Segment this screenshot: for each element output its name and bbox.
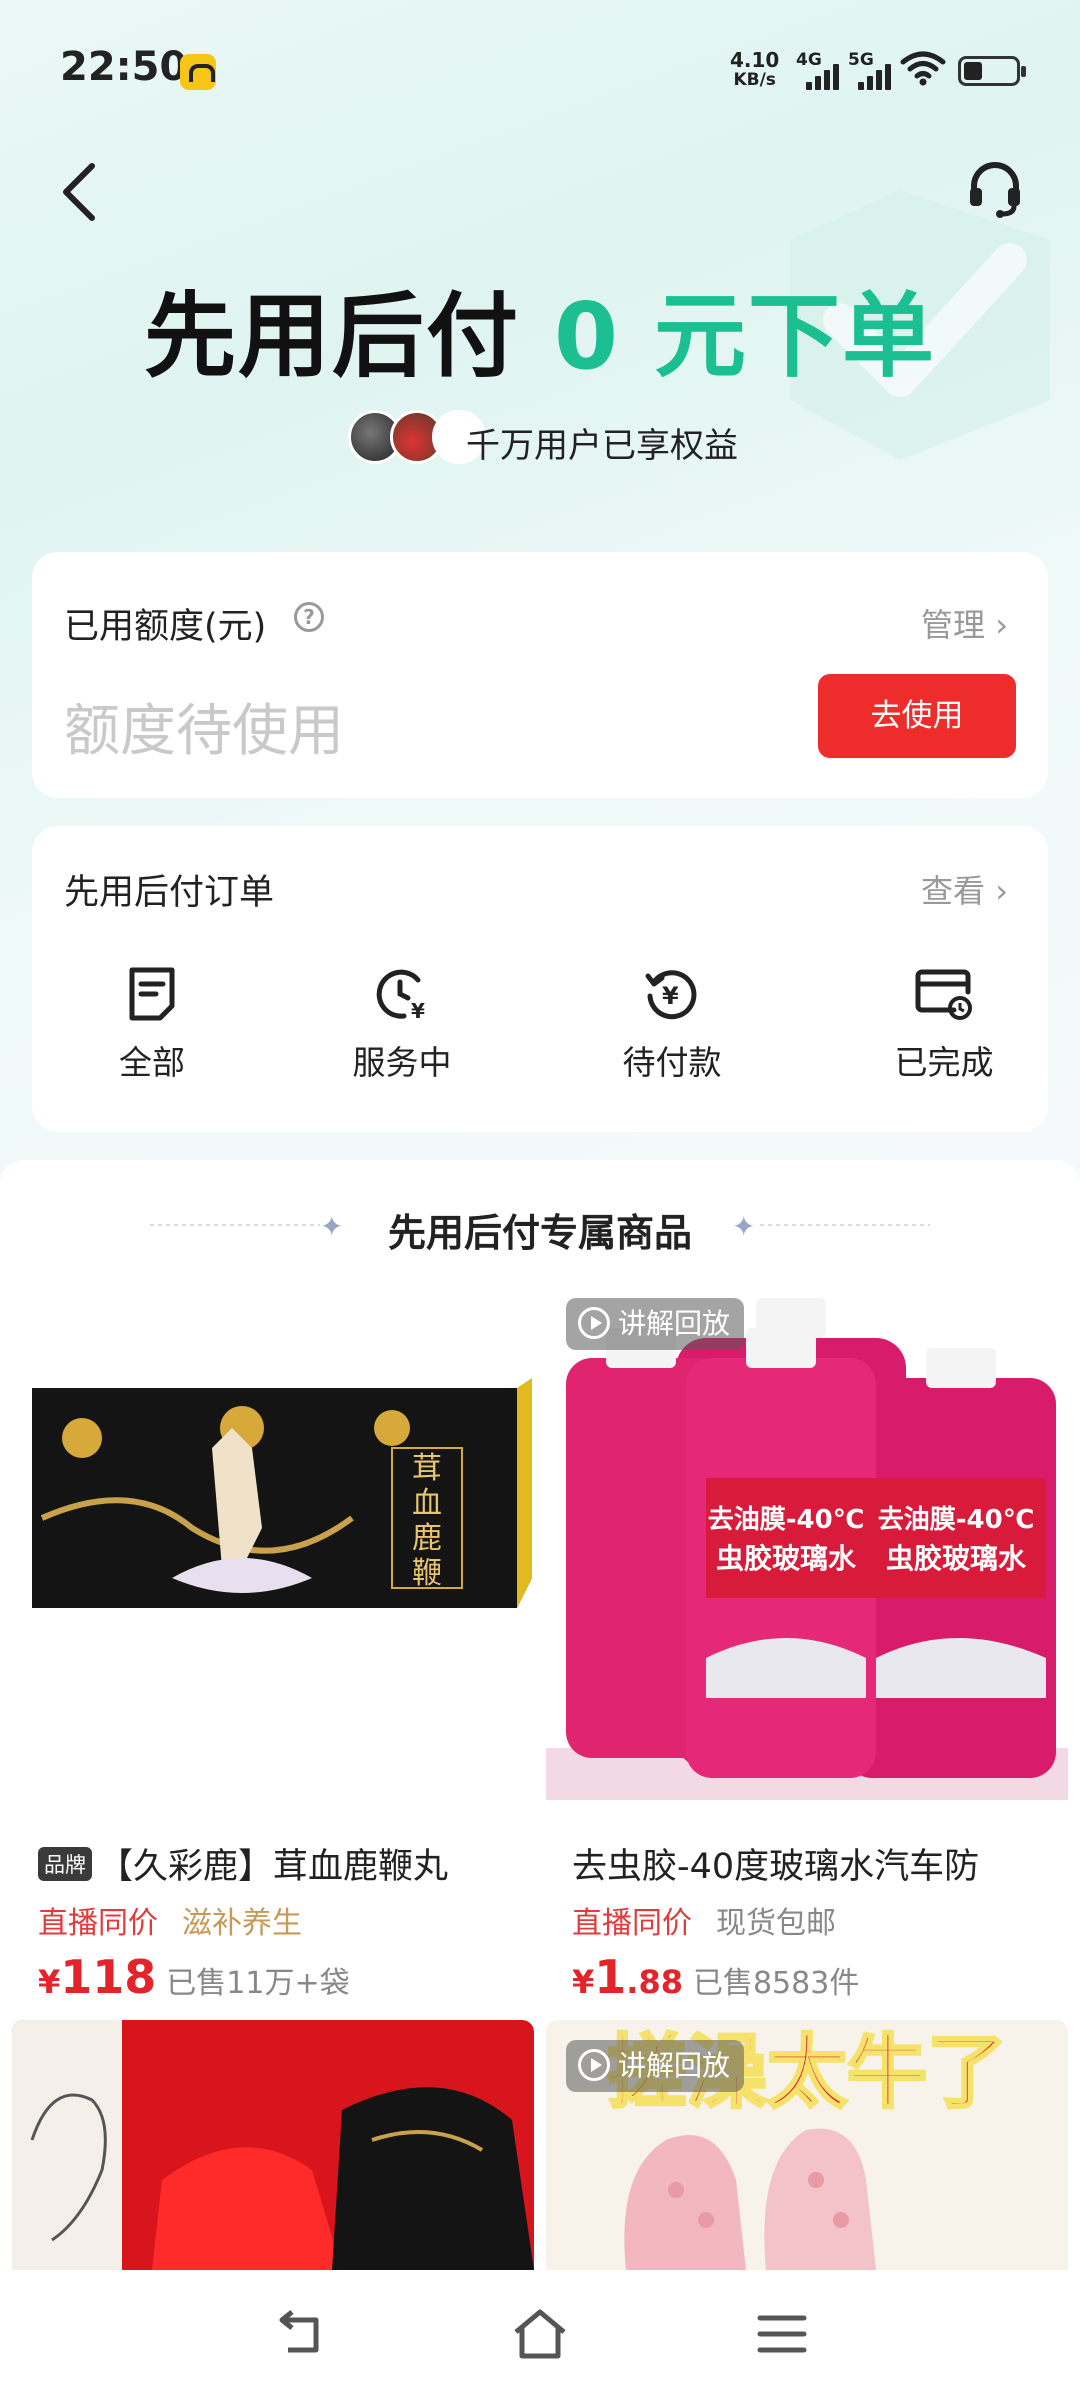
yen-refresh-icon: ¥	[645, 970, 697, 1020]
product-tag: 直播同价	[38, 1906, 158, 1941]
price-currency: ¥	[38, 1963, 61, 2001]
svg-text:¥: ¥	[662, 982, 679, 1010]
product-name: 去虫胶-40度玻璃水汽车防	[572, 1847, 980, 1887]
price-integer: 118	[60, 1950, 157, 2004]
price-currency: ¥	[572, 1963, 595, 2001]
product-tag: 滋补养生	[182, 1906, 302, 1941]
product-tag: 现货包邮	[716, 1906, 836, 1941]
hero-title-accent: 0 元下单	[554, 283, 937, 390]
help-icon[interactable]: ?	[294, 602, 324, 632]
replay-badge-label: 讲解回放	[618, 1307, 731, 1340]
price-decimal: .88	[626, 1963, 683, 2001]
clock-yen-icon: ¥	[376, 969, 425, 1022]
network-speed-unit: KB/s	[733, 70, 776, 90]
document-icon	[129, 967, 175, 1021]
bottle-label-text: 去油膜-40℃	[878, 1505, 1034, 1535]
replay-badge-label: 讲解回放	[618, 2049, 731, 2082]
product-image	[12, 2020, 534, 2270]
notification-app-icon	[180, 54, 216, 90]
order-tab-label: 待付款	[622, 1043, 722, 1082]
credit-title: 已用额度(元)	[64, 607, 267, 647]
order-tab-label: 已完成	[894, 1043, 994, 1082]
bottle-label-text: 虫胶玻璃水	[886, 1542, 1027, 1575]
network-speed: 4.10 KB/s	[730, 50, 779, 90]
order-tab-label: 服务中	[352, 1043, 452, 1082]
wifi-icon	[900, 51, 946, 86]
product-name: 品牌 【久彩鹿】茸血鹿鞭丸	[38, 1838, 448, 1889]
svg-text:血: 血	[412, 1486, 442, 1521]
credit-value: 额度待使用	[64, 699, 344, 764]
orders-card: 先用后付订单 查看 › 全部 ¥ 服务中 ¥ 待付款 已完成	[32, 826, 1048, 1132]
svg-text:鞭: 鞭	[412, 1556, 442, 1591]
back-chevron-icon[interactable]	[56, 160, 106, 224]
use-credit-button[interactable]: 去使用	[818, 674, 1016, 758]
battery-icon	[958, 56, 1026, 86]
card-done-icon	[915, 969, 972, 1020]
headset-icon[interactable]	[964, 158, 1026, 220]
order-tab-in-service[interactable]: ¥ 服务中	[302, 966, 502, 1084]
product-tag: 直播同价	[572, 1906, 692, 1941]
order-tab-all[interactable]: 全部	[52, 966, 252, 1084]
network-speed-value: 4.10	[730, 48, 780, 72]
price-integer: 1	[594, 1950, 627, 2004]
sold-count: 已售11万+袋	[166, 1966, 350, 2001]
bottle-label-text: 去油膜-40℃	[708, 1505, 864, 1535]
system-nav-bar	[0, 2270, 1080, 2400]
section-title: 先用后付专属商品	[387, 1211, 692, 1255]
product-tags: 直播同价 现货包邮	[572, 1898, 836, 1942]
product-image: 去油膜-40℃ 虫胶玻璃水 去油膜-40℃ 虫胶玻璃水 讲解回放	[546, 1278, 1068, 1800]
product-card[interactable]: 去油膜-40℃ 虫胶玻璃水 去油膜-40℃ 虫胶玻璃水 讲解回放 去虫胶-40度…	[546, 1278, 1068, 2004]
product-image: 搓澡太牛了 讲解回放	[546, 2020, 1068, 2270]
hero-title: 先用后付 0 元下单	[0, 262, 1080, 395]
home-icon[interactable]	[510, 2306, 570, 2362]
divider-line	[760, 1224, 930, 1226]
sparkle-icon: ✦	[732, 1210, 756, 1243]
order-tab-label: 全部	[119, 1043, 185, 1082]
manage-link[interactable]: 管理 ›	[921, 600, 1008, 646]
bottle-label-text: 虫胶玻璃水	[716, 1542, 857, 1575]
svg-text:鹿: 鹿	[412, 1521, 442, 1556]
play-icon	[578, 2049, 610, 2081]
product-card[interactable]: 搓澡太牛了 讲解回放	[546, 2020, 1068, 2270]
orders-title: 先用后付订单	[64, 873, 275, 913]
menu-icon[interactable]	[752, 2306, 812, 2362]
products-section: ✦ 先用后付专属商品 ✦ 茸 血 鹿 鞭 品牌 【久彩鹿】茸血鹿鞭丸 直播同价 …	[0, 1160, 1080, 2270]
svg-text:茸: 茸	[412, 1451, 442, 1486]
svg-text:¥: ¥	[411, 999, 425, 1022]
credit-card: 已用额度(元) ? 管理 › 额度待使用 去使用	[32, 552, 1048, 798]
back-icon[interactable]	[270, 2306, 330, 2362]
status-bar: 22:50 4.10 KB/s 4G 5G	[0, 0, 1080, 140]
replay-badge[interactable]: 讲解回放	[566, 1298, 745, 1350]
product-card[interactable]: 茸 血 鹿 鞭 品牌 【久彩鹿】茸血鹿鞭丸 直播同价 滋补养生 ¥118 已售11万+…	[12, 1278, 534, 2004]
users-benefit-row: 千万用户已享权益	[348, 408, 768, 466]
order-tab-pending-payment[interactable]: ¥ 待付款	[572, 966, 772, 1084]
users-benefit-text: 千万用户已享权益	[466, 426, 738, 466]
product-name-text: 【久彩鹿】茸血鹿鞭丸	[98, 1847, 449, 1887]
order-tab-completed[interactable]: 已完成	[844, 966, 1044, 1084]
hero-title-main: 先用后付	[143, 283, 520, 390]
brand-badge: 品牌	[38, 1847, 92, 1881]
sold-count: 已售8583件	[692, 1966, 860, 2001]
product-price: ¥1.88 已售8583件	[572, 1950, 859, 2004]
product-image: 茸 血 鹿 鞭	[12, 1278, 534, 1800]
view-orders-link[interactable]: 查看 ›	[921, 866, 1008, 912]
play-icon	[578, 1307, 610, 1339]
product-price: ¥118 已售11万+袋	[38, 1950, 350, 2004]
replay-badge[interactable]: 讲解回放	[566, 2040, 745, 2092]
product-card[interactable]	[12, 2020, 534, 2270]
status-time: 22:50	[60, 44, 188, 90]
product-tags: 直播同价 滋补养生	[38, 1898, 302, 1942]
